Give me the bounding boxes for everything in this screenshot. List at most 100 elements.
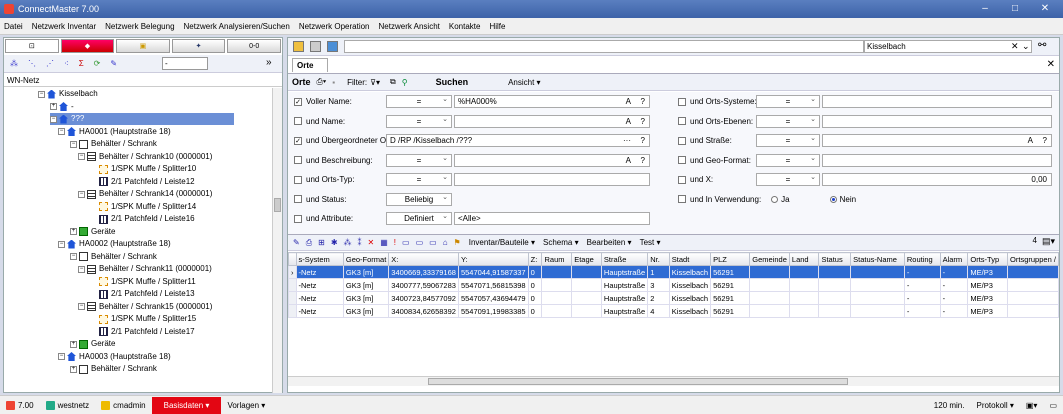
column-header[interactable]: Etage xyxy=(571,252,602,266)
filter-checkbox[interactable] xyxy=(678,195,686,203)
menu-netzwerk-ansicht[interactable]: Netzwerk Ansicht xyxy=(379,22,440,31)
expand-icon[interactable]: + xyxy=(70,340,77,348)
column-header[interactable]: Routing xyxy=(903,252,941,266)
column-header[interactable]: X: xyxy=(388,252,459,266)
help-icon[interactable]: ▭ xyxy=(1043,397,1063,414)
tab-tools[interactable]: ✦ xyxy=(171,39,226,53)
filter-tree-icon[interactable]: ⁂ xyxy=(10,59,18,68)
radio-ja[interactable] xyxy=(771,195,779,203)
search-dropdown-icon[interactable]: ⌄ xyxy=(1022,41,1030,52)
filter-hint[interactable]: A xyxy=(626,155,631,166)
print-grid-icon[interactable]: ⎙ xyxy=(306,238,312,248)
column-header[interactable]: Z: xyxy=(527,252,543,266)
menu-inventar[interactable]: Inventar/Bauteile ▾ xyxy=(469,238,535,247)
tree-node[interactable]: − Behälter / Schrank15 (0000001) xyxy=(78,301,212,313)
row-selector[interactable]: › xyxy=(288,265,297,279)
tree-node[interactable]: 2/1 Patchfeld / Leiste12 xyxy=(90,176,195,188)
menu-test[interactable]: Test ▾ xyxy=(640,238,661,247)
filter-checkbox[interactable] xyxy=(294,214,302,223)
menu-netzwerk-belegung[interactable]: Netzwerk Belegung xyxy=(105,22,174,31)
collapse-icon[interactable]: − xyxy=(78,153,85,160)
menu-netzwerk-inventar[interactable]: Netzwerk Inventar xyxy=(32,22,96,31)
row-selector[interactable] xyxy=(288,278,297,292)
tree-node[interactable]: − Behälter / Schrank11 (0000001) xyxy=(78,263,212,275)
pen-icon[interactable]: ✎ xyxy=(110,59,117,68)
filter-checkbox[interactable] xyxy=(294,117,302,125)
column-header[interactable]: Alarm xyxy=(939,252,969,266)
house-icon[interactable]: ⌂ xyxy=(443,238,448,247)
tree-node[interactable]: + Geräte xyxy=(70,226,115,238)
column-header[interactable]: s-System xyxy=(295,252,344,266)
filter-checkbox[interactable] xyxy=(294,175,302,184)
filter-value-input[interactable]: A? xyxy=(454,153,650,167)
row-selector[interactable] xyxy=(288,304,297,318)
node-icon-3[interactable]: ⁖ xyxy=(64,59,69,68)
tree-node[interactable]: − HA0002 (Hauptstraße 18) xyxy=(58,238,171,250)
help-icon[interactable]: ? xyxy=(641,96,645,107)
window-icon[interactable]: ⧉ xyxy=(390,77,396,87)
more-button[interactable]: » xyxy=(266,57,272,68)
filter-value-input[interactable]: A? xyxy=(454,114,650,128)
filter-checkbox[interactable] xyxy=(294,195,302,203)
tree-node[interactable]: − Behälter / Schrank10 (0000001) xyxy=(78,151,212,163)
group-icon[interactable]: ⁂ xyxy=(344,238,352,247)
expand-icon[interactable]: + xyxy=(50,103,57,110)
expand-icon[interactable]: + xyxy=(70,228,77,235)
filter-checkbox[interactable] xyxy=(678,117,686,125)
menu-schema[interactable]: Schema ▾ xyxy=(543,238,579,247)
column-header[interactable]: Nr. xyxy=(647,252,670,266)
menu-netzwerk-operation[interactable]: Netzwerk Operation xyxy=(299,22,370,31)
level-combo[interactable]: - xyxy=(162,57,208,70)
filter-value-input[interactable]: <Alle> xyxy=(454,212,650,225)
help-icon[interactable]: ? xyxy=(641,155,645,166)
column-header[interactable]: Orts-Typ xyxy=(967,252,1009,266)
filter-value-input[interactable] xyxy=(822,153,1052,167)
tree-node[interactable]: + - xyxy=(50,101,74,113)
edit-icon[interactable]: ✎ xyxy=(293,238,300,247)
tree-node[interactable]: 2/1 Patchfeld / Leiste13 xyxy=(90,288,195,300)
filter-checkbox[interactable]: ✓ xyxy=(294,136,302,145)
report-icon[interactable]: ▦ xyxy=(380,238,388,247)
help-icon[interactable]: ? xyxy=(641,135,645,146)
tree-node[interactable]: 1/SPK Muffe / Splitter14 xyxy=(90,201,196,213)
node-icon-1[interactable]: ⋱ xyxy=(28,59,36,68)
filter-value-input[interactable]: D /RP /Kisselbach /??? ···? xyxy=(386,134,650,147)
tree-add-icon[interactable]: ⁑ xyxy=(358,238,362,247)
tab-ports[interactable]: 0-0 xyxy=(227,39,281,53)
menu-hilfe[interactable]: Hilfe xyxy=(489,22,505,31)
home-icon[interactable] xyxy=(293,41,304,52)
tree-scrollbar[interactable] xyxy=(272,88,282,393)
column-header[interactable]: PLZ xyxy=(710,252,751,266)
back-icon[interactable] xyxy=(310,41,321,52)
column-header[interactable]: Gemeinde xyxy=(749,252,790,266)
tree-node[interactable]: − HA0001 (Hauptstraße 18) xyxy=(58,126,171,138)
collapse-icon[interactable]: − xyxy=(50,115,57,123)
filter-hint[interactable]: ··· xyxy=(623,135,631,146)
collapse-icon[interactable]: − xyxy=(78,265,85,273)
filter-value-input[interactable] xyxy=(822,95,1052,108)
filter-value-input[interactable] xyxy=(822,114,1052,128)
filter-operator-select[interactable]: = xyxy=(756,94,820,108)
collapse-icon[interactable]: − xyxy=(78,303,85,310)
filter-operator-select[interactable]: = xyxy=(756,153,820,167)
collapse-icon[interactable]: − xyxy=(58,353,65,360)
screen3-icon[interactable]: ▭ xyxy=(429,238,437,247)
filter-checkbox[interactable] xyxy=(678,156,686,164)
menu-kontakte[interactable]: Kontakte xyxy=(449,22,481,31)
collapse-icon[interactable]: − xyxy=(70,253,77,260)
expand-icon[interactable]: + xyxy=(70,365,77,373)
filter-hint[interactable]: A xyxy=(626,116,631,127)
filter-hint[interactable]: A xyxy=(626,96,631,107)
filter-checkbox[interactable] xyxy=(678,97,686,106)
tree-node[interactable]: 2/1 Patchfeld / Leiste17 xyxy=(90,326,195,338)
tab-red[interactable]: ◆ xyxy=(60,39,115,53)
tree-node[interactable]: 1/SPK Muffe / Splitter10 xyxy=(90,163,196,175)
filter-operator-select[interactable]: = xyxy=(386,94,452,108)
vorlagen-menu[interactable]: Vorlagen ▾ xyxy=(221,397,271,414)
collapse-icon[interactable]: − xyxy=(38,90,45,98)
tree-node[interactable]: − Kisselbach xyxy=(38,88,98,100)
filter-operator-select[interactable]: Definiert xyxy=(386,211,452,225)
radio-nein[interactable] xyxy=(829,195,837,203)
menu-datei[interactable]: Datei xyxy=(4,22,23,31)
tree-node[interactable]: 1/SPK Muffe / Splitter15 xyxy=(90,313,196,325)
